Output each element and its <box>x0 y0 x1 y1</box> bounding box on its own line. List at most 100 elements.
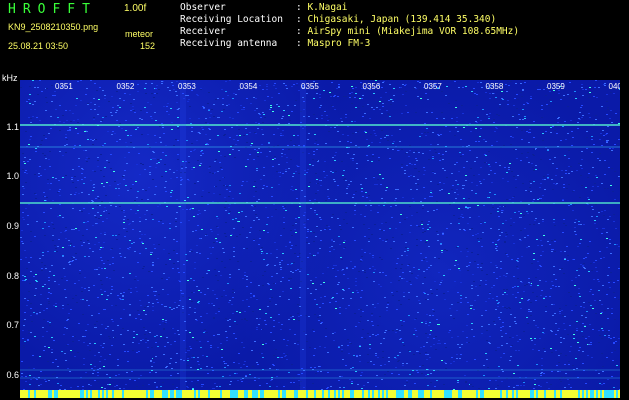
noise-speckle <box>65 297 67 298</box>
noise-speckle <box>102 90 104 91</box>
noise-speckle <box>420 98 422 99</box>
noise-speckle <box>331 93 333 94</box>
noise-speckle <box>552 163 554 164</box>
noise-speckle <box>150 159 152 160</box>
noise-speckle <box>196 140 198 141</box>
noise-speckle <box>232 313 234 314</box>
noise-speckle <box>343 387 345 388</box>
noise-speckle <box>246 181 248 182</box>
noise-speckle <box>499 319 501 320</box>
noise-speckle <box>73 120 75 121</box>
noise-speckle <box>197 302 199 303</box>
noise-speckle <box>119 98 121 99</box>
noise-speckle <box>477 295 479 296</box>
noise-speckle <box>314 134 316 135</box>
noise-speckle <box>599 153 601 154</box>
noise-speckle <box>95 237 97 238</box>
noise-speckle <box>522 89 524 90</box>
noise-speckle <box>251 143 253 144</box>
noise-speckle <box>218 271 220 272</box>
noise-speckle <box>122 299 124 300</box>
noise-speckle <box>95 198 97 199</box>
noise-speckle <box>80 80 82 81</box>
noise-speckle <box>188 162 190 163</box>
noise-speckle <box>201 386 203 387</box>
noise-speckle <box>85 150 87 151</box>
noise-speckle <box>277 145 279 146</box>
noise-speckle <box>515 83 517 84</box>
noise-speckle <box>262 285 264 286</box>
noise-speckle <box>201 229 203 230</box>
noise-speckle <box>34 193 36 194</box>
noise-speckle <box>343 248 345 249</box>
noise-speckle <box>177 126 179 127</box>
noise-speckle <box>72 256 74 257</box>
noise-speckle <box>234 157 236 158</box>
noise-speckle <box>232 98 234 99</box>
noise-speckle <box>338 282 340 283</box>
noise-speckle <box>73 229 75 230</box>
noise-speckle <box>308 153 310 154</box>
noise-speckle <box>438 340 440 341</box>
noise-speckle <box>437 240 439 241</box>
noise-speckle <box>307 288 309 289</box>
noise-speckle <box>335 308 337 309</box>
noise-speckle <box>40 384 42 385</box>
noise-speckle <box>35 274 37 275</box>
noise-speckle <box>344 240 346 241</box>
noise-speckle <box>389 84 391 85</box>
noise-speckle <box>278 93 280 94</box>
noise-speckle <box>393 241 395 242</box>
noise-speckle <box>163 328 165 329</box>
noise-speckle <box>367 362 369 363</box>
noise-speckle <box>189 209 191 210</box>
noise-speckle <box>24 276 26 277</box>
noise-speckle <box>130 103 132 104</box>
noise-speckle <box>571 131 573 132</box>
noise-speckle <box>151 366 153 367</box>
noise-speckle <box>85 130 87 131</box>
noise-speckle <box>520 281 522 282</box>
noise-speckle <box>208 192 210 193</box>
noise-speckle <box>147 306 149 307</box>
noise-speckle <box>338 84 340 85</box>
noise-speckle <box>458 223 460 224</box>
noise-speckle <box>536 239 538 240</box>
noise-speckle <box>351 103 353 104</box>
noise-speckle <box>382 240 384 241</box>
noise-speckle <box>606 141 608 142</box>
noise-speckle <box>324 229 326 230</box>
noise-speckle <box>444 299 446 300</box>
noise-speckle <box>289 241 291 242</box>
noise-speckle <box>362 116 364 117</box>
noise-speckle <box>455 260 457 261</box>
noise-speckle <box>579 347 581 348</box>
noise-speckle <box>123 212 125 213</box>
noise-speckle <box>585 257 587 258</box>
noise-speckle <box>28 333 30 334</box>
noise-speckle <box>30 315 32 316</box>
noise-speckle <box>510 314 512 315</box>
noise-speckle <box>368 241 370 242</box>
noise-speckle <box>416 278 418 279</box>
noise-speckle <box>599 335 601 336</box>
noise-speckle <box>291 263 293 264</box>
noise-speckle <box>381 379 383 380</box>
noise-speckle <box>316 214 318 215</box>
noise-speckle <box>308 316 310 317</box>
noise-speckle <box>342 298 344 299</box>
noise-speckle <box>65 175 67 176</box>
noise-speckle <box>252 311 254 312</box>
noise-speckle <box>213 318 215 319</box>
noise-speckle <box>64 145 66 146</box>
noise-speckle <box>130 209 132 210</box>
noise-speckle <box>467 251 469 252</box>
noise-speckle <box>568 166 570 167</box>
noise-speckle <box>449 308 451 309</box>
noise-speckle <box>473 88 475 89</box>
noise-speckle <box>588 271 590 272</box>
noise-speckle <box>52 224 54 225</box>
noise-speckle <box>560 97 562 98</box>
noise-speckle <box>465 206 467 207</box>
noise-speckle <box>132 106 134 107</box>
